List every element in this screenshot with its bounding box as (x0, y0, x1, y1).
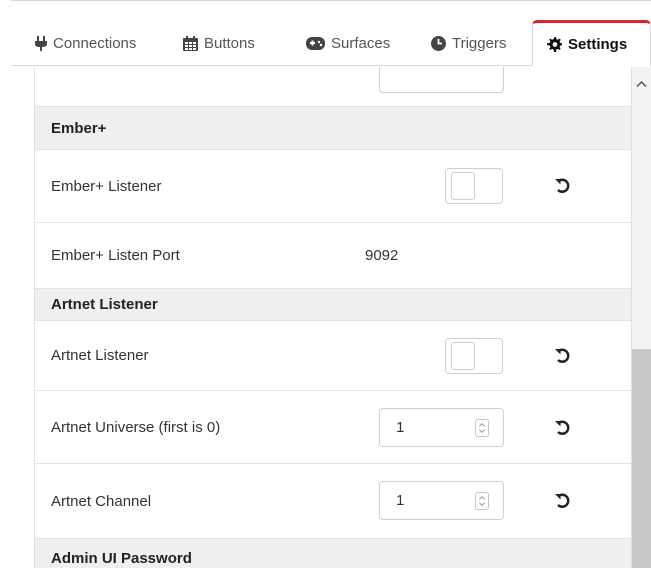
settings-row-artnet-listener: Artnet Listener (35, 321, 631, 391)
setting-label: Ember+ Listen Port (51, 247, 180, 264)
tab-triggers[interactable]: Triggers (431, 20, 506, 66)
input-value: 1 (396, 492, 405, 509)
section-header-admin-password: Admin UI Password (35, 539, 631, 568)
tab-label: Connections (53, 34, 137, 52)
tab-label: Triggers (452, 34, 507, 52)
section-title: Artnet Listener (51, 296, 158, 313)
gamepad-icon (306, 36, 325, 50)
scrollbar[interactable] (632, 67, 651, 568)
input-value: 1 (396, 419, 405, 436)
toggle-knob (451, 172, 475, 200)
tab-connections[interactable]: Connections (35, 20, 136, 66)
section-title: Admin UI Password (51, 550, 192, 567)
settings-row-artnet-channel: Artnet Channel 1 (35, 464, 631, 539)
settings-row-partial (35, 67, 631, 107)
tab-label: Surfaces (331, 34, 391, 52)
reset-icon[interactable] (555, 493, 571, 509)
reset-icon[interactable] (555, 178, 571, 194)
artnet-listener-toggle[interactable] (445, 338, 503, 374)
settings-panel: Ember+ Ember+ Listener Ember+ Listen Por… (34, 67, 632, 568)
artnet-channel-input[interactable]: 1 (379, 481, 504, 520)
spinner-arrows-icon[interactable] (475, 492, 489, 510)
section-title: Ember+ (51, 119, 107, 137)
ember-listener-toggle[interactable] (445, 168, 503, 204)
ember-port-value: 9092 (365, 247, 399, 264)
gear-icon (547, 37, 562, 52)
tab-label: Buttons (204, 34, 255, 52)
tab-surfaces[interactable]: Surfaces (306, 20, 390, 66)
reset-icon[interactable] (555, 420, 571, 436)
calendar-grid-icon (183, 35, 198, 51)
tab-buttons[interactable]: Buttons (183, 20, 255, 66)
settings-row-ember-port: Ember+ Listen Port 9092 (35, 223, 631, 289)
tab-settings[interactable]: Settings (532, 20, 651, 67)
settings-row-artnet-universe: Artnet Universe (first is 0) 1 (35, 391, 631, 464)
reset-icon[interactable] (555, 348, 571, 364)
clock-icon (431, 35, 446, 51)
toggle-knob (451, 342, 475, 370)
spinner-arrows-icon[interactable] (475, 419, 489, 437)
plug-icon (35, 35, 47, 51)
tab-bar: Connections Buttons Surfaces Triggers Se… (11, 8, 651, 67)
setting-label: Ember+ Listener (51, 177, 162, 195)
chevron-up-icon[interactable] (636, 80, 647, 88)
settings-row-ember-listener: Ember+ Listener (35, 150, 631, 223)
scrollbar-thumb[interactable] (632, 349, 651, 568)
partial-input-field[interactable] (379, 67, 504, 93)
setting-label: Artnet Universe (first is 0) (51, 418, 221, 436)
tab-label: Settings (568, 36, 628, 53)
artnet-universe-input[interactable]: 1 (379, 408, 504, 447)
setting-label: Artnet Channel (51, 492, 152, 510)
setting-label: Artnet Listener (51, 347, 149, 364)
section-header-ember: Ember+ (35, 107, 631, 150)
section-header-artnet: Artnet Listener (35, 289, 631, 321)
